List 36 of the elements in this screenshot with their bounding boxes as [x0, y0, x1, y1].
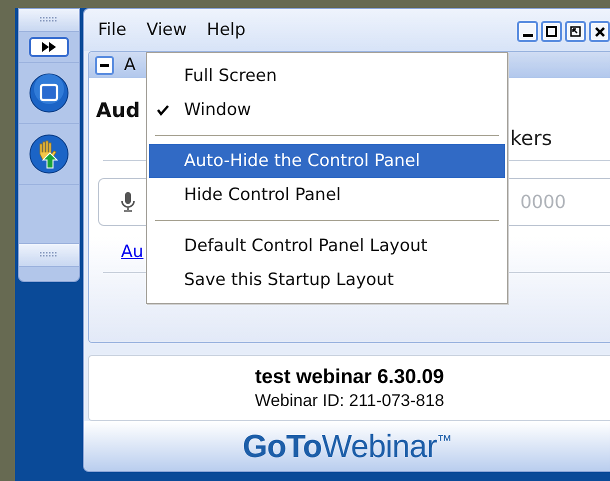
- menu-item[interactable]: View: [146, 20, 187, 40]
- maximize-icon: [546, 26, 557, 37]
- grip-handle[interactable]: [19, 244, 79, 267]
- raise-hand-button[interactable]: [28, 133, 70, 175]
- maximize-button[interactable]: [541, 21, 562, 42]
- audio-link[interactable]: Au: [121, 242, 144, 262]
- menu-item[interactable]: File: [98, 20, 126, 40]
- grip-handle[interactable]: [19, 9, 79, 32]
- minus-icon: [100, 64, 109, 66]
- panel-title: A: [124, 55, 136, 75]
- menu-option[interactable]: Window: [149, 93, 505, 127]
- menu-option[interactable]: Auto-Hide the Control Panel: [149, 144, 505, 178]
- grip-icon: [40, 252, 58, 258]
- checkmark-icon: [157, 105, 169, 116]
- close-button[interactable]: [589, 21, 610, 42]
- menu-item[interactable]: Help: [206, 20, 246, 40]
- option-label: kers: [510, 126, 552, 150]
- section-heading: Aud: [96, 98, 140, 122]
- grip-icon: [40, 17, 58, 23]
- webinar-id: Webinar ID: 211-073-818: [254, 390, 444, 410]
- restore-button[interactable]: [565, 21, 586, 42]
- close-icon: [594, 26, 604, 36]
- microphone-icon: [121, 192, 135, 212]
- logo: GoToWebinar$^{™}$: [242, 428, 452, 464]
- minimize-button[interactable]: [517, 21, 538, 42]
- expand-button[interactable]: [29, 37, 69, 57]
- fast-forward-icon: [42, 42, 56, 52]
- menu-option[interactable]: Full Screen: [149, 59, 505, 93]
- webinar-title: test webinar 6.30.09: [255, 366, 444, 388]
- screen-button[interactable]: [28, 72, 70, 114]
- collapse-button[interactable]: [95, 56, 114, 74]
- restore-icon: [570, 26, 581, 37]
- menu-option[interactable]: Hide Control Panel: [149, 178, 505, 212]
- menu-option[interactable]: Default Control Panel Layout: [149, 229, 505, 263]
- minimize-icon: [522, 34, 532, 37]
- menu-option[interactable]: Save this Startup Layout: [149, 263, 505, 297]
